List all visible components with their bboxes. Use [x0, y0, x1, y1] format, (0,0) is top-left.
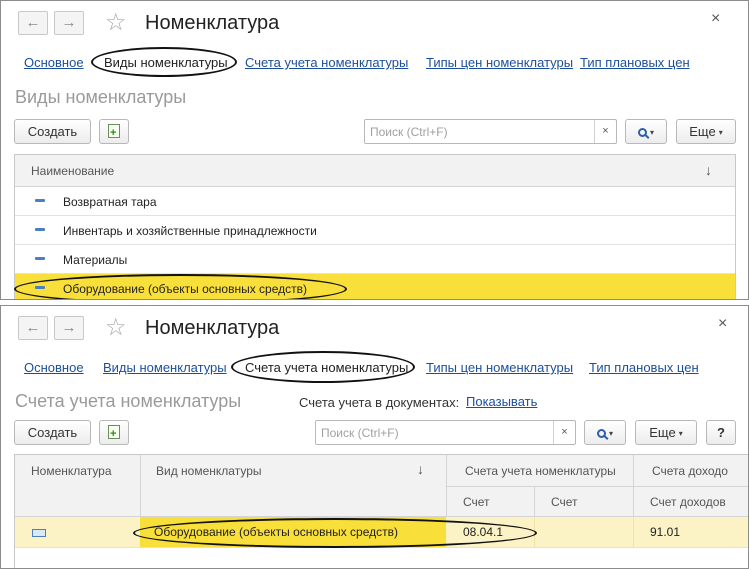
column-income-group-header[interactable]: Счета доходо: [652, 464, 728, 478]
column-divider: [633, 517, 634, 547]
column-name-header[interactable]: Наименование: [31, 164, 114, 178]
nomenclature-window-accounts: ← → ☆ Номенклатура × Основное Виды номен…: [0, 305, 749, 569]
more-button[interactable]: Еще ▾: [676, 119, 736, 144]
tab-main[interactable]: Основное: [24, 360, 84, 375]
copy-add-icon: [108, 122, 120, 145]
list-item[interactable]: Инвентарь и хозяйственные принадлежности: [15, 216, 735, 245]
column-nomenclature-header[interactable]: Номенклатура: [31, 464, 112, 478]
favorite-star-icon[interactable]: ☆: [105, 316, 127, 340]
copy-button[interactable]: [99, 119, 129, 145]
item-label: Оборудование (объекты основных средств): [63, 282, 307, 296]
income-account-value: 91.01: [650, 525, 681, 539]
window-title: Номенклатура: [145, 317, 280, 339]
item-marker-icon: [35, 286, 45, 289]
search-icon: [637, 128, 647, 138]
back-button[interactable]: ←: [18, 316, 48, 340]
item-label: Возвратная тара: [63, 195, 157, 209]
search-button[interactable]: ▾: [625, 119, 667, 144]
back-button[interactable]: ←: [18, 11, 48, 35]
column-account-header[interactable]: Счет: [463, 495, 490, 509]
column-accounts-group-header[interactable]: Счета учета номенклатуры: [465, 464, 616, 478]
search-input[interactable]: [370, 124, 590, 140]
column-divider: [534, 486, 535, 517]
tab-nomenclature-accounts[interactable]: Счета учета номенклатуры: [245, 360, 408, 375]
nomenclature-window-kinds: ← → ☆ Номенклатура × Основное Виды номен…: [0, 0, 749, 300]
column-account2-header[interactable]: Счет: [551, 495, 578, 509]
chevron-down-icon: ▾: [678, 429, 683, 439]
copy-add-icon: [108, 423, 120, 446]
kind-value: Оборудование (объекты основных средств): [154, 525, 398, 539]
kind-cell[interactable]: Оборудование (объекты основных средств): [140, 517, 446, 547]
chevron-down-icon: ▾: [649, 128, 654, 138]
search-button[interactable]: ▾: [584, 420, 626, 445]
chevron-down-icon: ▾: [608, 429, 613, 439]
item-marker-icon: [35, 199, 45, 202]
tab-nomenclature-kinds[interactable]: Виды номенклатуры: [103, 360, 227, 375]
show-accounts-link[interactable]: Показывать: [466, 394, 537, 409]
account-value: 08.04.1: [463, 525, 504, 539]
tab-planned-prices[interactable]: Тип плановых цен: [589, 360, 699, 375]
forward-button[interactable]: →: [54, 11, 84, 35]
list-header[interactable]: Наименование ↓: [15, 155, 735, 187]
section-title: Счета учета номенклатуры: [15, 391, 242, 411]
window-title: Номенклатура: [145, 12, 280, 34]
item-marker-icon: [35, 257, 45, 260]
table-header: Номенклатура Вид номенклатуры ↓ Счета уч…: [15, 455, 748, 517]
search-input[interactable]: [321, 425, 551, 441]
search-icon: [596, 429, 606, 439]
tab-nomenclature-accounts[interactable]: Счета учета номенклатуры: [245, 55, 408, 70]
list-item-selected[interactable]: Оборудование (объекты основных средств): [15, 274, 735, 299]
column-divider: [534, 517, 535, 547]
chevron-down-icon: ▾: [718, 128, 723, 138]
list-item[interactable]: Возвратная тара: [15, 187, 735, 216]
header-divider: [446, 486, 748, 487]
create-button[interactable]: Создать: [14, 420, 91, 445]
column-income-account-header[interactable]: Счет доходов: [650, 495, 726, 509]
clear-search-button[interactable]: ×: [553, 421, 575, 444]
more-button[interactable]: Еще ▾: [635, 420, 697, 445]
item-label: Инвентарь и хозяйственные принадлежности: [63, 224, 317, 238]
tab-price-types[interactable]: Типы цен номенклатуры: [426, 55, 573, 70]
accounts-table: Номенклатура Вид номенклатуры ↓ Счета уч…: [14, 454, 748, 568]
item-type-icon: [32, 529, 46, 537]
section-title: Виды номенклатуры: [15, 87, 187, 107]
more-label: Еще: [649, 425, 676, 440]
table-row-selected[interactable]: Оборудование (объекты основных средств) …: [15, 517, 748, 548]
help-button[interactable]: ?: [706, 420, 736, 445]
item-label: Материалы: [63, 253, 128, 267]
search-field[interactable]: ×: [364, 119, 617, 144]
sort-arrow-icon[interactable]: ↓: [417, 461, 424, 477]
sort-arrow-icon[interactable]: ↓: [705, 162, 712, 178]
search-field[interactable]: ×: [315, 420, 576, 445]
list-item[interactable]: Материалы: [15, 245, 735, 274]
more-label: Еще: [689, 124, 716, 139]
clear-search-button[interactable]: ×: [594, 120, 616, 143]
item-marker-icon: [35, 228, 45, 231]
close-icon[interactable]: ×: [718, 315, 727, 333]
tab-price-types[interactable]: Типы цен номенклатуры: [426, 360, 573, 375]
column-kind-header[interactable]: Вид номенклатуры: [156, 464, 262, 478]
tab-nomenclature-kinds[interactable]: Виды номенклатуры: [104, 55, 228, 70]
forward-button[interactable]: →: [54, 316, 84, 340]
copy-button[interactable]: [99, 420, 129, 446]
tab-planned-prices[interactable]: Тип плановых цен: [580, 55, 690, 70]
column-divider: [140, 455, 141, 517]
docs-accounts-label: Счета учета в документах:: [299, 395, 460, 410]
close-icon[interactable]: ×: [711, 10, 720, 28]
tab-main[interactable]: Основное: [24, 55, 84, 70]
create-button[interactable]: Создать: [14, 119, 91, 144]
favorite-star-icon[interactable]: ☆: [105, 11, 127, 35]
kinds-list: Наименование ↓ Возвратная тара Инвентарь…: [14, 154, 736, 299]
